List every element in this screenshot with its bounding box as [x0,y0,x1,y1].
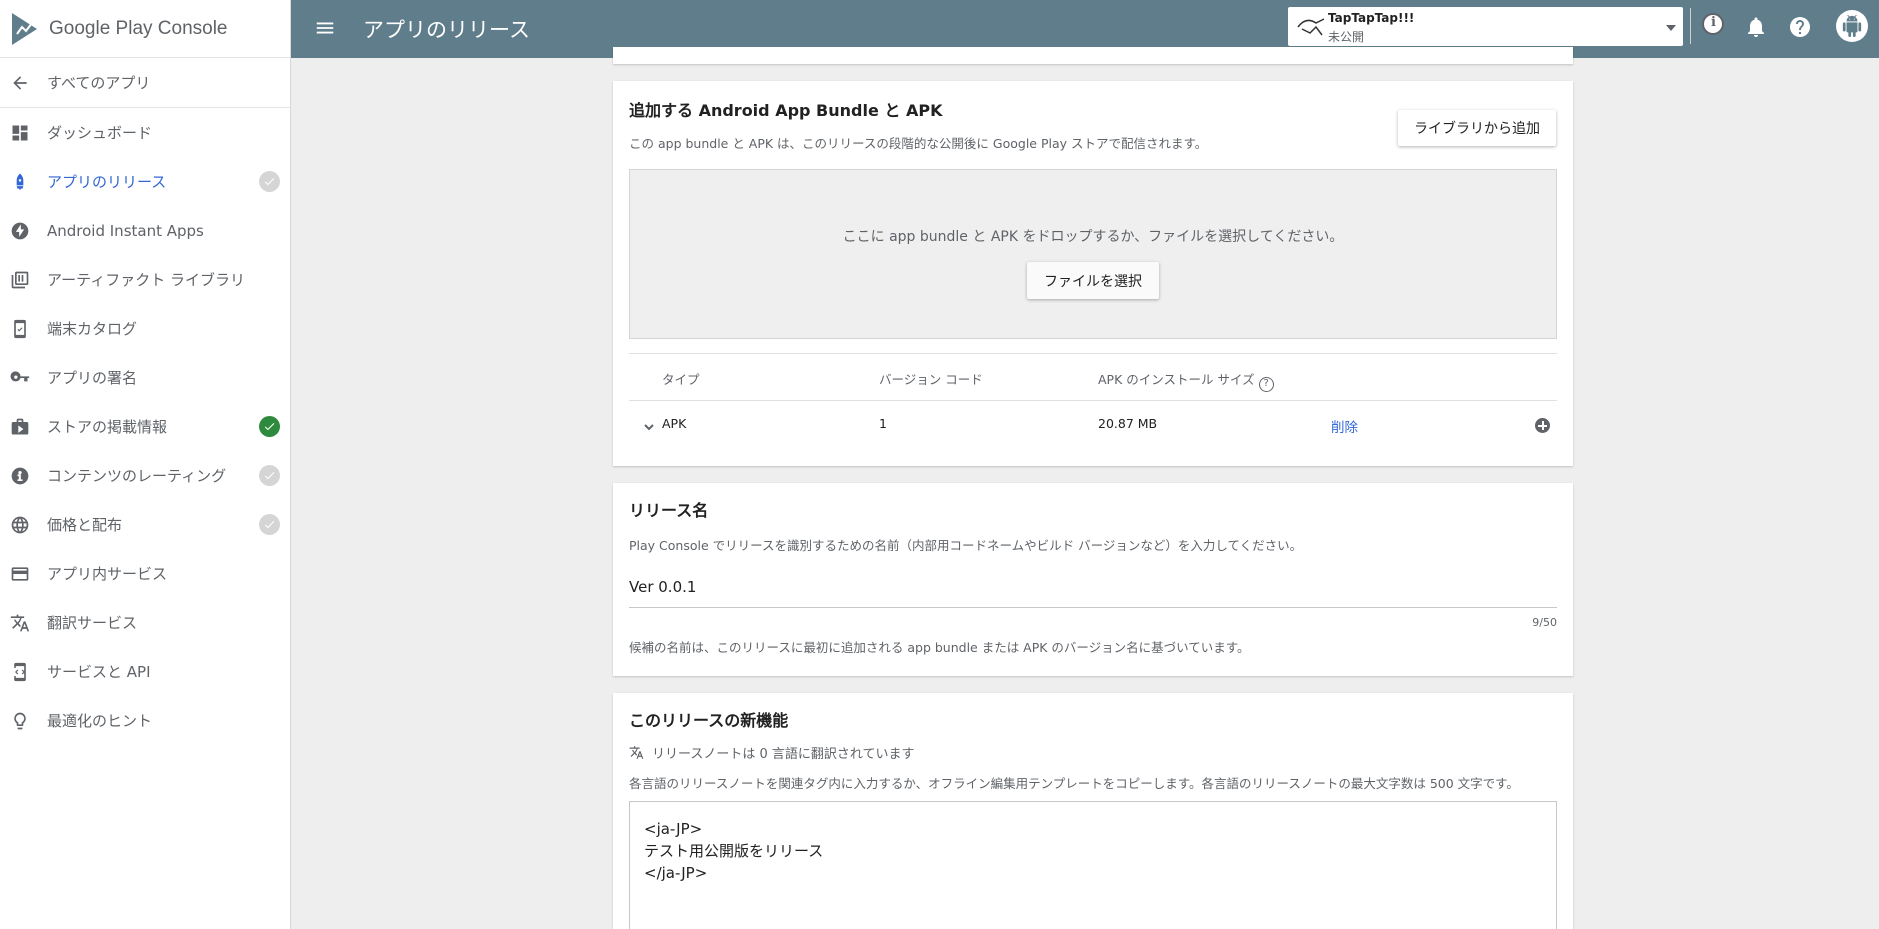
sidebar-item-services-api[interactable]: サービスと API [0,647,290,696]
release-name-card: リリース名 Play Console でリリースを識別するための名前（内部用コー… [613,483,1573,676]
store-icon [10,417,30,437]
cell-install-size: 20.87 MB [1098,416,1158,431]
sidebar-item-label: 端末カタログ [47,320,138,338]
all-apps-label: すべてのアプリ [47,74,151,92]
release-name-description: Play Console でリリースを識別するための名前（内部用コードネームやビ… [629,538,1303,553]
sidebar-item-artifact-library[interactable]: アーティファクト ライブラリ [0,255,290,304]
column-install-size: APK のインストール サイズ? [1098,369,1274,392]
sidebar-item-label: ストアの掲載情報 [47,418,168,436]
info-icon[interactable]: i [1702,13,1724,35]
device-icon [10,319,30,339]
dropzone-text: ここに app bundle と APK をドロップするか、ファイルを選択してく… [842,229,1344,245]
bundle-card-description: この app bundle と APK は、このリリースの段階的な公開後に Go… [629,136,1208,151]
brand-name: Google Play Console [49,17,228,39]
sidebar-item-label: 最適化のヒント [47,712,153,730]
page-title: アプリのリリース [363,18,530,42]
sidebar-item-in-app-products[interactable]: アプリ内サービス [0,549,290,598]
apk-table: タイプ バージョン コード APK のインストール サイズ? APK 1 20.… [629,353,1557,449]
sidebar-item-content-rating[interactable]: コンテンツのレーティング [0,451,290,500]
sidebar-item-label: Android Instant Apps [47,221,204,240]
whats-new-card: このリリースの新機能 リリースノートは 0 言語に翻訳されています 各言語のリリ… [613,693,1573,929]
release-name-hint: 候補の名前は、このリリースに最初に追加される app bundle または AP… [629,640,1250,655]
sidebar-item-label: 価格と配布 [47,516,123,534]
column-type: タイプ [662,372,700,387]
sidebar-item-instant-apps[interactable]: Android Instant Apps [0,206,290,255]
sidebar-item-label: サービスと API [47,663,151,681]
card-icon [10,564,30,584]
column-version-code: バージョン コード [879,372,983,387]
sidebar-item-label: アーティファクト ライブラリ [47,271,245,289]
table-row: APK 1 20.87 MB 削除 [629,401,1557,449]
sidebar-item-optimization-tips[interactable]: 最適化のヒント [0,696,290,745]
library-icon [10,270,30,290]
divider [1690,8,1691,44]
sidebar-item-label: 翻訳サービス [47,614,138,632]
rating-icon [10,466,30,486]
help-icon[interactable] [1788,15,1812,39]
help-circle-icon[interactable]: ? [1258,377,1274,392]
character-counter: 9/50 [1532,616,1557,629]
api-icon [10,662,30,682]
play-console-logo [12,12,37,45]
translate-icon [629,746,644,759]
chevron-down-icon[interactable] [1666,25,1676,31]
release-name-title: リリース名 [629,501,709,520]
rocket-icon [10,172,30,192]
sidebar-item-translation-service[interactable]: 翻訳サービス [0,598,290,647]
globe-icon [10,515,30,535]
sidebar-item-device-catalog[interactable]: 端末カタログ [0,304,290,353]
translation-status-text: リリースノートは 0 言語に翻訳されています [652,747,915,762]
brand-header[interactable]: Google Play Console [0,0,290,58]
previous-card [613,47,1573,64]
app-logo-icon [1297,18,1325,36]
app-switcher[interactable]: TapTapTap!!! 未公開 [1288,7,1683,46]
account-avatar[interactable] [1836,10,1868,42]
done-check-icon [259,416,280,437]
sidebar: Google Play Console すべてのアプリ ダッシュボード アプリの… [0,0,291,929]
sidebar-item-label: アプリの署名 [47,369,138,387]
translation-status: リリースノートは 0 言語に翻訳されています [629,743,915,762]
bundle-card: 追加する Android App Bundle と APK この app bun… [613,81,1573,466]
pending-check-icon [259,465,280,486]
cell-version-code: 1 [879,416,887,431]
bundle-card-title: 追加する Android App Bundle と APK [629,101,943,120]
hamburger-menu-icon[interactable] [314,17,336,39]
sidebar-item-label: コンテンツのレーティング [47,467,227,485]
sidebar-item-pricing-distribution[interactable]: 価格と配布 [0,500,290,549]
android-icon [1842,15,1862,37]
sidebar-item-store-listing[interactable]: ストアの掲載情報 [0,402,290,451]
bell-icon[interactable] [1744,15,1768,39]
cell-type: APK [662,416,687,431]
sidebar-item-label: アプリのリリース [47,173,167,191]
sidebar-item-app-signing[interactable]: アプリの署名 [0,353,290,402]
bolt-icon [10,221,30,241]
app-name: TapTapTap!!! [1328,11,1415,25]
sidebar-item-dashboard[interactable]: ダッシュボード [0,108,290,157]
whats-new-description: 各言語のリリースノートを関連タグ内に入力するか、オフライン編集用テンプレートをコ… [629,776,1519,791]
pending-check-icon [259,171,280,192]
lightbulb-icon [10,711,30,731]
pending-check-icon [259,514,280,535]
dashboard-icon [10,123,30,143]
translate-icon [10,613,30,633]
sidebar-nav: ダッシュボード アプリのリリース Android Instant Apps アー… [0,108,290,745]
all-apps-link[interactable]: すべてのアプリ [0,58,290,108]
chevron-down-icon[interactable] [643,418,655,431]
add-circle-icon[interactable] [1535,418,1550,433]
delete-link[interactable]: 削除 [1331,416,1358,436]
key-icon [10,368,30,388]
app-status: 未公開 [1328,30,1365,44]
sidebar-item-label: アプリ内サービス [47,565,168,583]
table-header: タイプ バージョン コード APK のインストール サイズ? [629,353,1557,401]
file-dropzone[interactable]: ここに app bundle と APK をドロップするか、ファイルを選択してく… [629,169,1557,339]
release-notes-textarea[interactable]: <ja-JP> テスト用公開版をリリース </ja-JP> [629,801,1557,929]
sidebar-item-label: ダッシュボード [47,124,153,142]
whats-new-title: このリリースの新機能 [629,711,789,730]
release-name-input[interactable]: Ver 0.0.1 [629,576,1557,608]
arrow-back-icon [10,73,30,93]
add-from-library-button[interactable]: ライブラリから追加 [1398,110,1556,146]
sidebar-item-app-releases[interactable]: アプリのリリース [0,157,290,206]
choose-file-button[interactable]: ファイルを選択 [1027,262,1159,299]
